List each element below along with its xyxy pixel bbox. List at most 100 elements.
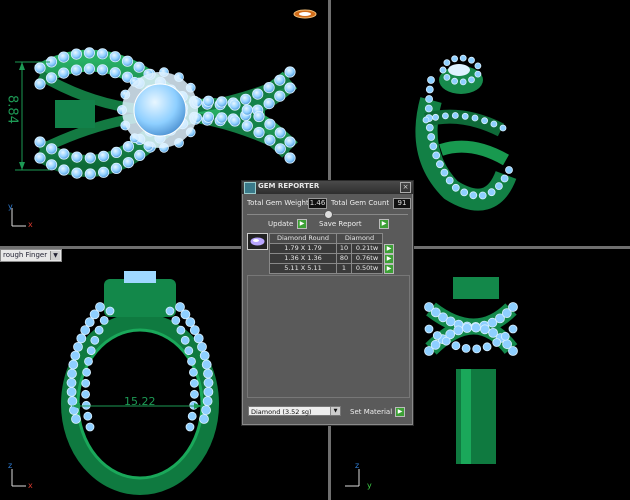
gem-bead xyxy=(263,98,275,110)
gem-bead xyxy=(84,152,96,164)
gem-bead xyxy=(201,405,212,416)
gem-bead xyxy=(216,96,228,108)
gem-bead xyxy=(240,93,252,105)
material-select[interactable]: Diamond (3.52 sg) ▼ xyxy=(248,406,341,416)
gem-bead xyxy=(73,342,83,352)
gem-bead xyxy=(500,331,510,341)
select-row-button[interactable]: ▶ xyxy=(384,263,394,274)
gem-bead xyxy=(202,111,215,123)
gem-bead xyxy=(187,357,196,366)
panel-titlebar[interactable]: GEM REPORTER × xyxy=(242,181,413,194)
gem-bead xyxy=(284,66,296,78)
close-icon[interactable]: × xyxy=(400,182,411,193)
save-report-button[interactable]: ▶ xyxy=(379,219,389,229)
gem-bead xyxy=(462,323,472,333)
update-button[interactable]: ▶ xyxy=(297,219,307,229)
gem-bead xyxy=(424,104,433,113)
gem-bead xyxy=(453,325,464,336)
gem-bead xyxy=(436,160,444,169)
gem-bead xyxy=(70,48,83,60)
table-header: Diamond Round xyxy=(269,233,337,244)
gem-bead xyxy=(284,136,296,148)
splitter-handle[interactable] xyxy=(324,210,333,219)
select-row-button[interactable]: ▶ xyxy=(384,243,394,254)
gem-bead xyxy=(83,411,93,421)
gem-bead xyxy=(481,117,489,125)
gem-bead xyxy=(487,188,496,197)
table-header: Diamond xyxy=(336,233,383,244)
select-row-button[interactable]: ▶ xyxy=(384,253,394,264)
gem-bead xyxy=(264,118,276,130)
gem-bead xyxy=(274,143,286,155)
gem-bead xyxy=(189,378,199,388)
gem-bead xyxy=(110,146,123,158)
gem-bead xyxy=(432,331,442,340)
gem-bead xyxy=(478,191,487,200)
gem-bead xyxy=(459,54,467,62)
gem-bead xyxy=(425,95,433,103)
gem-bead xyxy=(202,396,213,407)
panel-title: GEM REPORTER xyxy=(258,182,320,190)
gem-weight: 0.76tw xyxy=(351,253,383,264)
gem-bead xyxy=(203,377,214,388)
gem-bead xyxy=(199,350,210,361)
gem-bead xyxy=(121,55,134,67)
gem-bead xyxy=(71,167,83,179)
gem-size: 1.36 X 1.36 xyxy=(269,253,337,264)
gem-bead xyxy=(474,62,482,70)
gem-bead xyxy=(203,386,214,397)
gem-bead xyxy=(432,113,439,121)
gem-bead xyxy=(122,141,134,153)
gem-bead xyxy=(427,133,436,141)
total-count-value: 91 xyxy=(393,198,411,209)
gem-bead xyxy=(58,51,70,63)
gem-bead xyxy=(193,333,204,344)
gem-bead xyxy=(96,64,109,76)
gem-reporter-icon xyxy=(244,182,256,194)
gem-bead xyxy=(441,336,451,346)
gem-bead xyxy=(201,359,212,370)
view-select-value: rough Finger xyxy=(3,251,48,259)
save-report-label: Save Report xyxy=(319,220,362,228)
gem-bead xyxy=(451,77,458,85)
report-list-area[interactable] xyxy=(247,275,410,398)
total-weight-label: Total Gem Weight xyxy=(247,199,309,207)
gem-bead xyxy=(445,176,454,185)
gem-bead xyxy=(81,389,90,399)
gem-bead xyxy=(471,322,481,333)
gem-bead xyxy=(468,56,475,64)
gem-bead xyxy=(187,411,197,421)
gem-bead xyxy=(492,338,502,347)
gem-bead xyxy=(90,335,100,345)
gem-count: 10 xyxy=(336,243,352,254)
gem-bead xyxy=(443,74,451,81)
dimension-label-front: 15.22 xyxy=(124,395,156,408)
gem-bead xyxy=(134,149,146,161)
gem-bead xyxy=(81,400,91,410)
set-material-button[interactable]: ▶ xyxy=(395,407,405,417)
gem-bead xyxy=(82,367,91,377)
gem-bead xyxy=(71,414,81,424)
gem-bead xyxy=(122,157,134,169)
gem-bead xyxy=(429,142,438,151)
gem-bead xyxy=(58,164,70,176)
gem-bead xyxy=(96,48,109,60)
gem-bead xyxy=(427,76,435,84)
gem-bead xyxy=(479,324,490,335)
gem-bead xyxy=(439,66,447,74)
gem-bead xyxy=(442,112,449,120)
view-select-dropdown[interactable]: rough Finger ▼ xyxy=(0,249,63,262)
chevron-down-icon: ▼ xyxy=(50,251,61,260)
gem-bead xyxy=(197,342,207,352)
gem-bead xyxy=(83,47,96,59)
gem-bead xyxy=(83,63,96,75)
gem-count: 1 xyxy=(336,263,352,274)
gem-bead xyxy=(81,378,91,388)
gem-bead xyxy=(253,110,265,123)
axis-z-label: z xyxy=(8,461,13,470)
chevron-down-icon: ▼ xyxy=(330,407,340,415)
axis-y-label: y xyxy=(8,202,13,211)
app-logo-icon[interactable] xyxy=(293,8,317,20)
table-row: 1.79 X 1.79 10 0.21tw ▶ xyxy=(269,243,394,254)
gem-bead xyxy=(109,51,121,63)
